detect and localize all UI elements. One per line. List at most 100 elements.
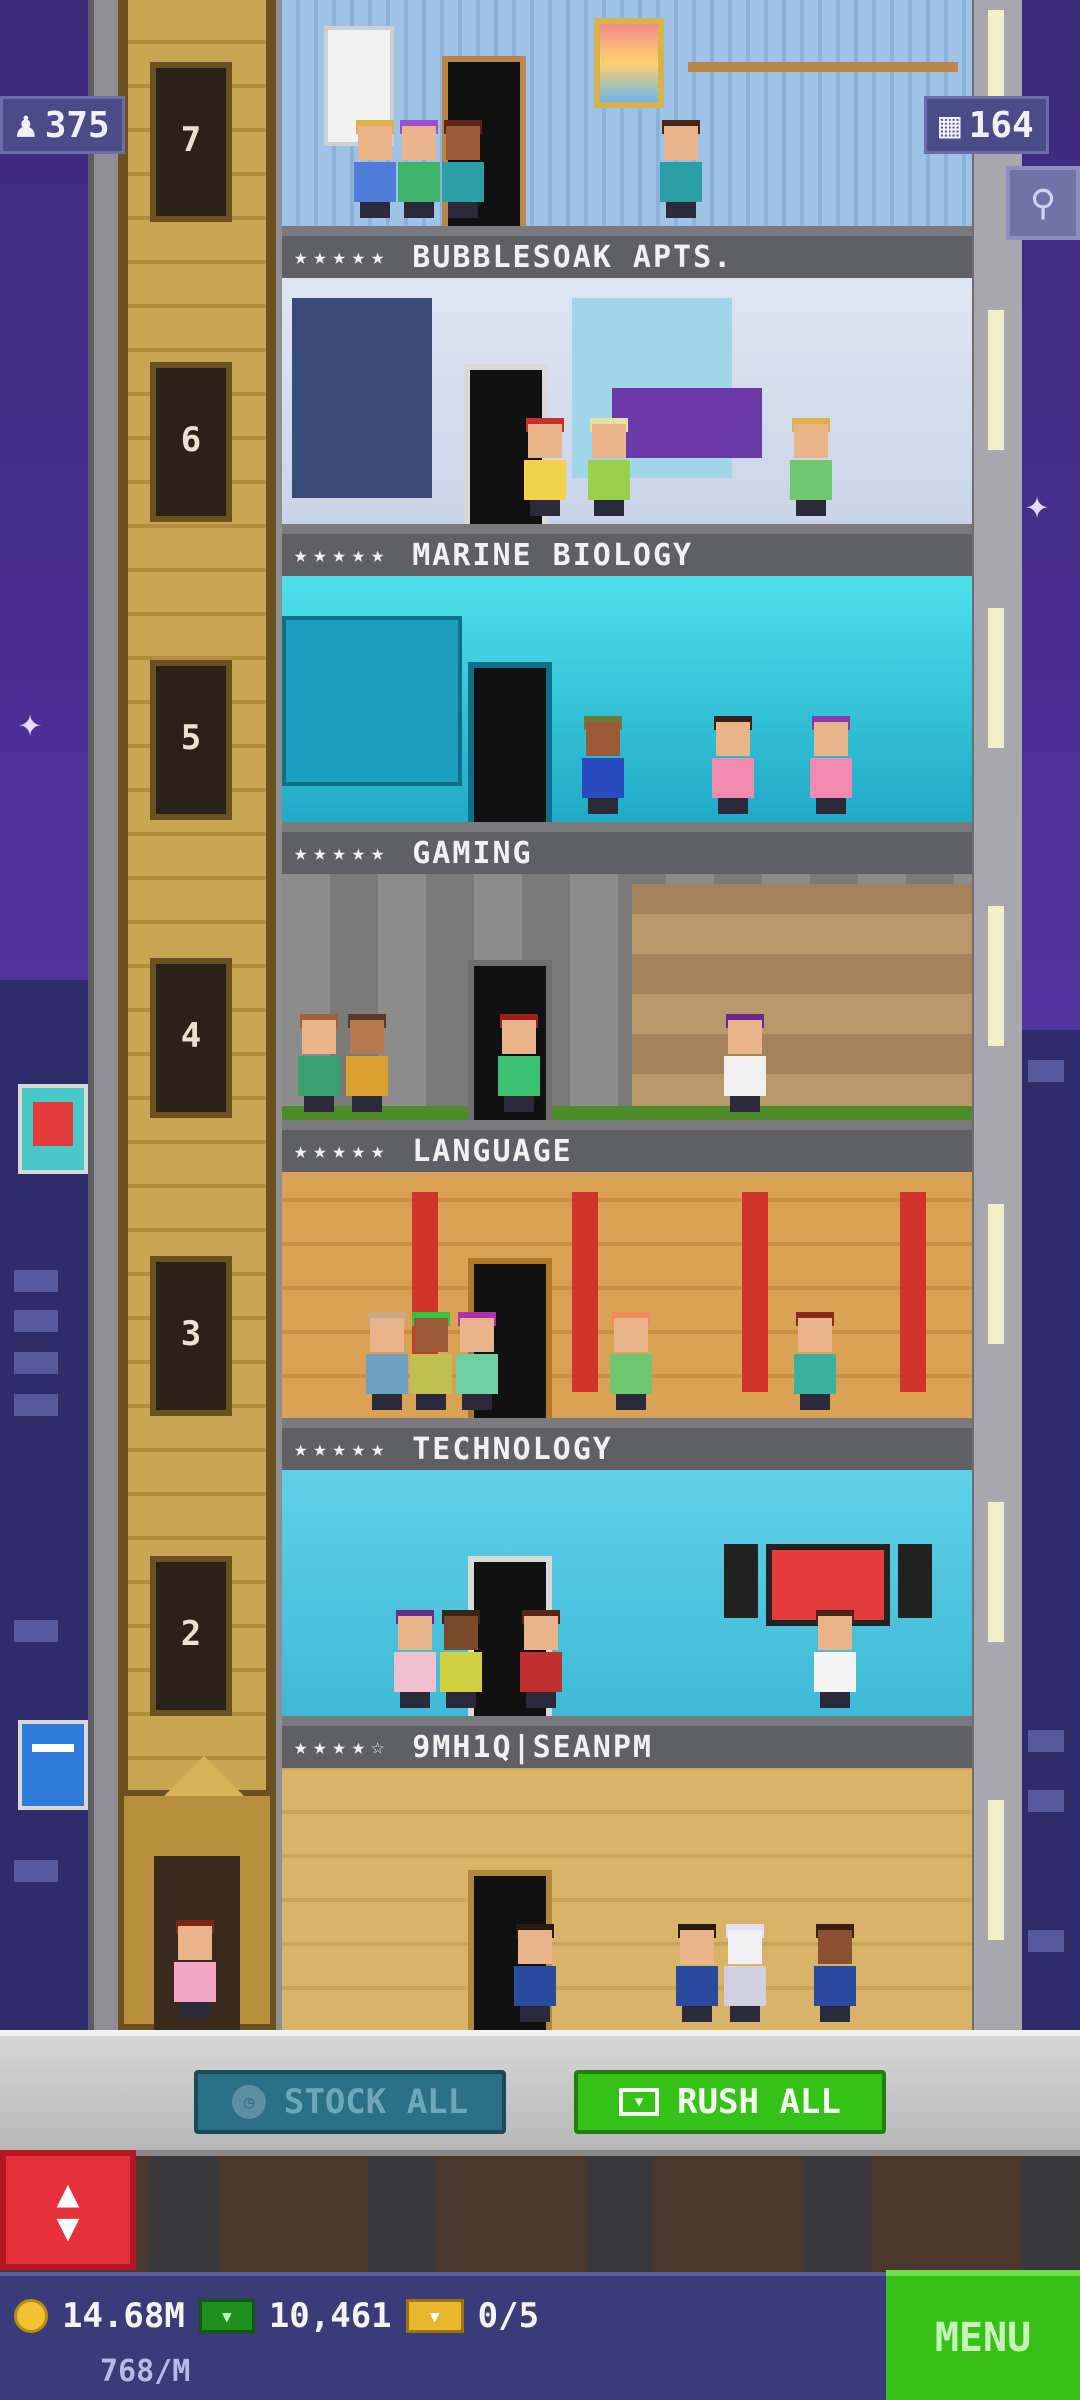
visitor[interactable] (364, 1312, 410, 1410)
bux-icon: ▼ (619, 2088, 660, 2116)
floor-2-technology[interactable]: ★★★★★ TECHNOLOGY (282, 1428, 972, 1726)
visitor[interactable] (392, 1610, 438, 1708)
floor-name-banner: ★★★★★ GAMING (282, 832, 972, 874)
coin-balance: 14.68M (62, 2296, 185, 2336)
population-counter[interactable]: ♟ 375 (0, 96, 125, 154)
tower-light (988, 1204, 1004, 1344)
magnifier-icon: ⚲ (1029, 182, 1057, 224)
fries-icon (33, 1102, 73, 1146)
message-notification[interactable] (18, 1720, 88, 1810)
clock-icon: ◷ (231, 2085, 266, 2119)
bux-icon: ▼ (198, 2299, 255, 2333)
visitor[interactable] (608, 1312, 654, 1410)
floor-star-rating: ★★★★★ (294, 840, 391, 866)
resident[interactable] (586, 418, 632, 516)
floor-6-bubblesoak-apts[interactable]: ★★★★★ BUBBLESOAK APTS. (282, 236, 972, 534)
resident[interactable] (658, 120, 704, 218)
visitor[interactable] (408, 1312, 454, 1410)
resident[interactable] (352, 120, 398, 218)
floor-name-banner: ★★★★★ LANGUAGE (282, 1130, 972, 1172)
visitor[interactable] (518, 1610, 564, 1708)
floor-4-gaming[interactable]: ★★★★★ GAMING (282, 832, 972, 1130)
floor-number: 7 (180, 120, 202, 160)
visitor[interactable] (674, 1924, 720, 2022)
star-decoration: ✦ (18, 700, 43, 746)
background-building (1020, 1030, 1080, 2030)
visitor[interactable] (722, 1924, 768, 2022)
visitor[interactable] (812, 1610, 858, 1708)
floor-number: 4 (180, 1016, 202, 1056)
zoom-button[interactable]: ⚲ (1006, 166, 1080, 240)
ticket-count: 0/5 (477, 2296, 540, 2336)
floor-star-rating: ★★★★★ (294, 244, 391, 270)
floor-5-marine-biology[interactable]: ★★★★★ MARINE BIOLOGY (282, 534, 972, 832)
tower-foundation (0, 2156, 1080, 2272)
coin-icon (14, 2299, 48, 2333)
visitor[interactable] (580, 716, 626, 814)
floor-star-rating: ★★★★★ (294, 542, 391, 568)
menu-label: MENU (934, 2315, 1032, 2361)
message-icon (32, 1744, 74, 1752)
floor-1-lobby[interactable]: ★★★★☆ 9MH1Q|SEANPM (282, 1726, 972, 2030)
star-decoration: ✦ (1025, 482, 1050, 528)
floor-number: 2 (180, 1614, 202, 1654)
visitor[interactable] (792, 1312, 838, 1410)
floor-name-banner: ★★★★★ TECHNOLOGY (282, 1428, 972, 1470)
coin-rate: 768/M (100, 2354, 191, 2389)
floor-name: BUBBLESOAK APTS. (412, 239, 734, 275)
floor-name-banner: ★★★★★ BUBBLESOAK APTS. (282, 236, 972, 278)
elevator-control-button[interactable]: ▲ ▼ (0, 2150, 136, 2270)
bux-balance: 10,461 (268, 2296, 392, 2336)
floor-number: 3 (180, 1314, 202, 1354)
resident[interactable] (788, 418, 834, 516)
floor-star-rating: ★★★★★ (294, 1436, 391, 1462)
menu-button[interactable]: MENU (886, 2270, 1080, 2400)
floor-3-language[interactable]: ★★★★★ LANGUAGE (282, 1130, 972, 1428)
floor-star-rating: ★★★★★ (294, 1138, 391, 1164)
visitor[interactable] (512, 1924, 558, 2022)
floor-counter[interactable]: ▦ 164 (924, 96, 1049, 154)
tower-light (988, 608, 1004, 748)
building-icon: ▦ (939, 104, 961, 146)
visitor[interactable] (454, 1312, 500, 1410)
visitor[interactable] (710, 716, 756, 814)
floor-name: GAMING (412, 835, 533, 871)
rush-all-label: RUSH ALL (677, 2082, 841, 2122)
floor-name: 9MH1Q|SEANPM (412, 1729, 653, 1765)
elevator-passenger[interactable] (172, 1920, 218, 2018)
elevator-car[interactable] (118, 1756, 276, 2030)
person-icon: ♟ (15, 104, 37, 146)
stock-all-label: STOCK ALL (283, 2082, 469, 2122)
rush-all-button[interactable]: ▼ RUSH ALL (574, 2070, 886, 2134)
tower-light (988, 1800, 1004, 1940)
tower-light (988, 1502, 1004, 1642)
floor-name: LANGUAGE (412, 1133, 573, 1169)
action-bar: ◷ STOCK ALL ▼ RUSH ALL (0, 2030, 1080, 2156)
stock-all-button[interactable]: ◷ STOCK ALL (194, 2070, 506, 2134)
floor-7-residential[interactable] (282, 0, 972, 236)
resident[interactable] (396, 120, 442, 218)
floor-count-value: 164 (968, 104, 1034, 146)
floor-name-banner: ★★★★★ MARINE BIOLOGY (282, 534, 972, 576)
visitor[interactable] (722, 1014, 768, 1112)
visitor[interactable] (812, 1924, 858, 2022)
floor-number: 6 (180, 420, 202, 460)
resident[interactable] (522, 418, 568, 516)
food-notification[interactable] (18, 1084, 88, 1174)
floor-name-banner: ★★★★☆ 9MH1Q|SEANPM (282, 1726, 972, 1768)
tower-light (988, 310, 1004, 450)
population-value: 375 (44, 104, 110, 146)
resident[interactable] (440, 120, 486, 218)
visitor[interactable] (344, 1014, 390, 1112)
visitor[interactable] (438, 1610, 484, 1708)
visitor[interactable] (808, 716, 854, 814)
visitor[interactable] (296, 1014, 342, 1112)
tower-light (988, 906, 1004, 1046)
down-arrow-icon: ▼ (56, 2205, 80, 2249)
floor-name: MARINE BIOLOGY (412, 537, 694, 573)
visitor[interactable] (496, 1014, 542, 1112)
golden-ticket-icon: ▼ (405, 2299, 464, 2333)
floor-name: TECHNOLOGY (412, 1431, 613, 1467)
floor-star-rating: ★★★★☆ (294, 1734, 391, 1760)
floor-number: 5 (180, 718, 202, 758)
